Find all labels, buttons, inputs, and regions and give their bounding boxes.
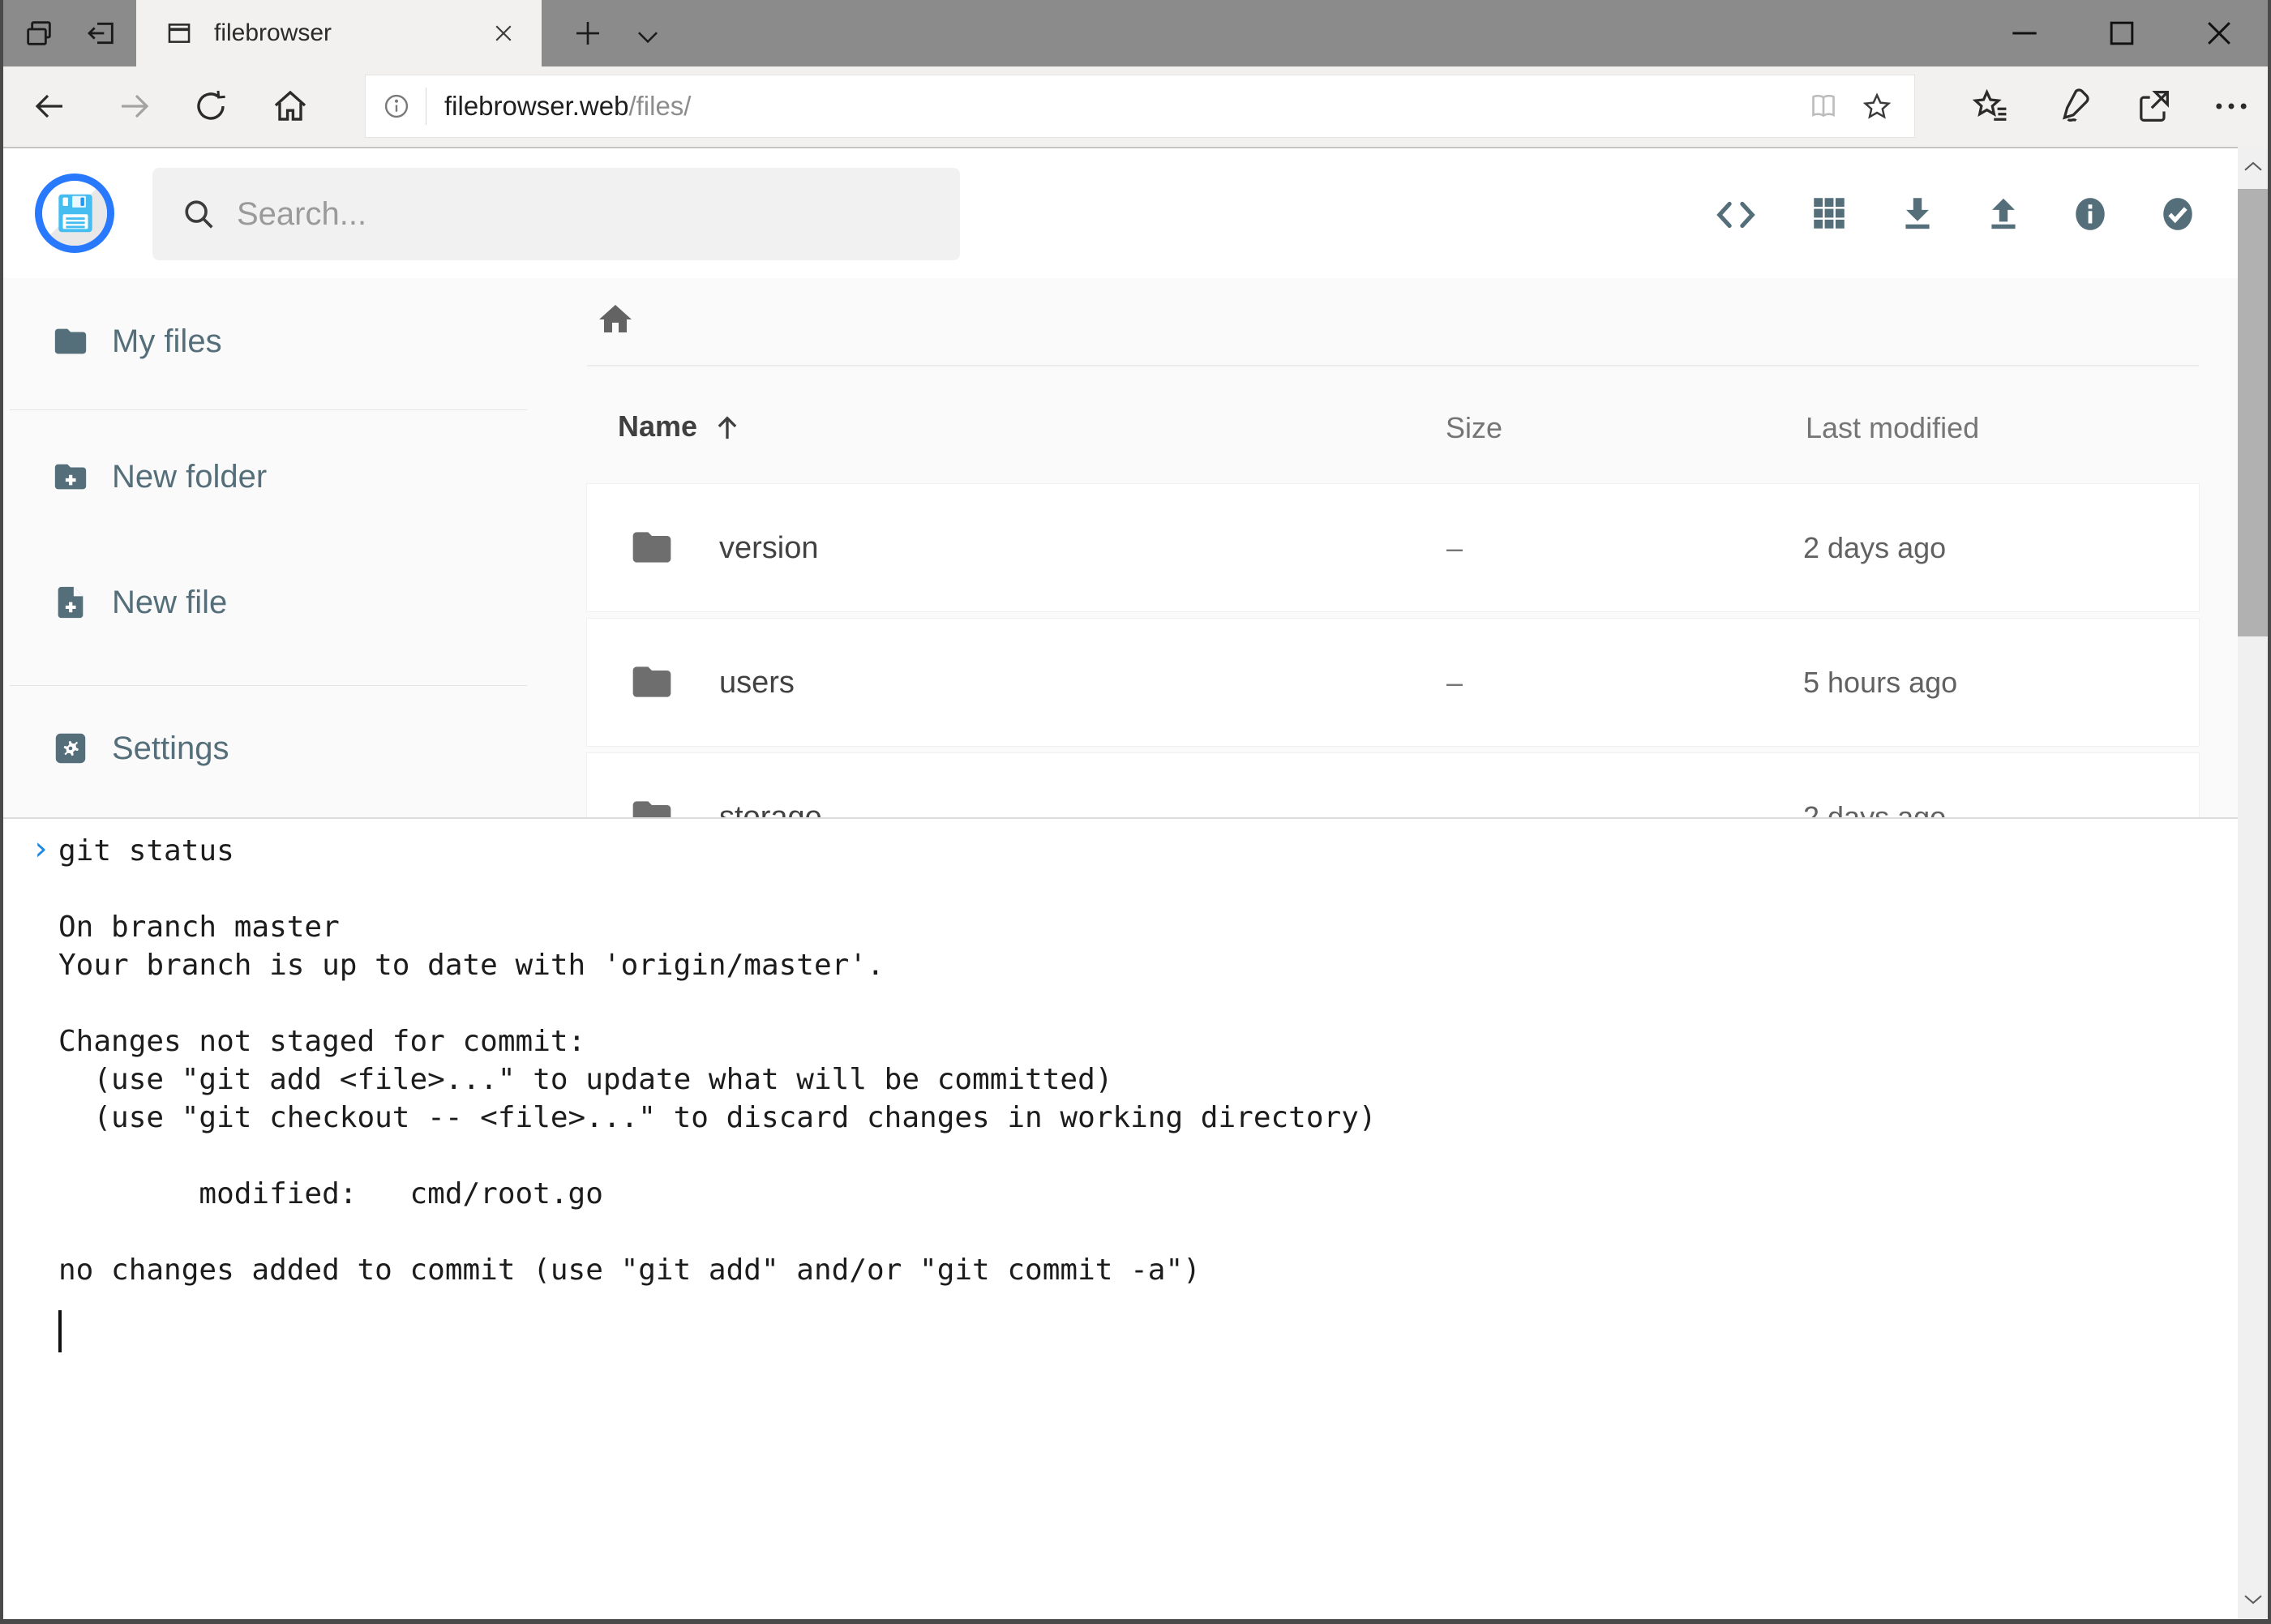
table-header: Name Size Last modified <box>587 409 2199 452</box>
folder-icon <box>52 323 89 360</box>
sidebar-item-new-file[interactable]: New file <box>3 569 538 636</box>
sidebar-item-my-files[interactable]: My files <box>3 308 538 375</box>
search-input[interactable] <box>235 195 900 234</box>
grid-view-icon[interactable] <box>1809 193 1853 237</box>
terminal-output-line: modified: cmd/root.go <box>58 1175 2238 1213</box>
file-name: users <box>719 666 795 701</box>
raw-editor-icon[interactable] <box>1714 193 1758 237</box>
table-row-version[interactable]: version – 2 days ago <box>587 484 2199 611</box>
terminal-cursor <box>58 1310 62 1352</box>
forward-icon[interactable] <box>115 87 154 126</box>
file-size: – <box>1446 531 1463 565</box>
search-icon <box>180 195 217 233</box>
terminal-command-line: ›git status <box>58 832 2238 870</box>
search-box[interactable] <box>152 168 960 260</box>
file-name: version <box>719 531 819 566</box>
file-modified: 2 days ago <box>1803 531 1946 565</box>
terminal-prompt-icon: › <box>31 830 50 868</box>
filebrowser-logo[interactable] <box>35 174 114 253</box>
file-modified: 5 hours ago <box>1803 666 1957 700</box>
terminal-output-line: (use "git add <file>..." to update what … <box>58 1061 2238 1099</box>
sidebar-item-label: My files <box>112 324 222 360</box>
set-tabs-aside-icon[interactable] <box>85 17 118 49</box>
folder-icon <box>629 525 675 570</box>
window-controls <box>1976 0 2268 66</box>
sidebar-item-label: Settings <box>112 731 229 767</box>
select-check-icon[interactable] <box>2157 193 2200 237</box>
new-folder-icon <box>52 458 89 495</box>
folder-icon <box>629 659 675 705</box>
more-actions-icon[interactable] <box>2210 85 2252 127</box>
url-domain: filebrowser.web <box>444 91 628 121</box>
terminal-output-line <box>58 870 2238 908</box>
terminal-output-line: (use "git checkout -- <file>..." to disc… <box>58 1099 2238 1137</box>
tab-title: filebrowser <box>214 19 491 47</box>
column-header-size[interactable]: Size <box>1446 411 1502 445</box>
sidebar-item-label: New folder <box>112 459 267 495</box>
tab-close-icon[interactable] <box>491 21 516 45</box>
info-icon[interactable] <box>2069 193 2113 237</box>
terminal-panel[interactable]: ›git status On branch master Your branch… <box>3 819 2238 1619</box>
close-button[interactable] <box>2170 0 2268 66</box>
add-favorite-star-icon[interactable] <box>1861 90 1893 122</box>
sidebar-divider <box>10 409 527 410</box>
browser-window: filebrowser <box>0 0 2271 1624</box>
terminal-output-line <box>58 1213 2238 1251</box>
terminal-command: git status <box>58 834 234 868</box>
sidebar-item-label: New file <box>112 585 227 621</box>
terminal-output-line: Changes not staged for commit: <box>58 1022 2238 1061</box>
site-info-icon[interactable] <box>382 92 411 121</box>
table-row-users[interactable]: users – 5 hours ago <box>587 619 2199 746</box>
scroll-up-icon[interactable] <box>2238 147 2268 187</box>
home-icon[interactable] <box>271 87 310 126</box>
url-path: /files/ <box>628 91 691 121</box>
download-icon[interactable] <box>1897 193 1941 237</box>
tab-favicon-icon <box>165 19 193 47</box>
terminal-output-line: no changes added to commit (use "git add… <box>58 1251 2238 1289</box>
maximize-button[interactable] <box>2073 0 2170 66</box>
reading-view-icon[interactable] <box>1807 90 1840 122</box>
sidebar-divider <box>10 685 527 686</box>
web-note-pen-icon[interactable] <box>2050 85 2093 127</box>
floppy-disk-icon <box>50 188 101 238</box>
address-bar[interactable]: filebrowser.web/files/ <box>365 75 1915 138</box>
sidebar-item-new-folder[interactable]: New folder <box>3 443 538 510</box>
terminal-output-line <box>58 984 2238 1022</box>
new-file-icon <box>52 584 89 621</box>
tab-preview-icon[interactable] <box>23 17 55 49</box>
favorites-hub-icon[interactable] <box>1970 85 2012 127</box>
sidebar-item-settings[interactable]: Settings <box>3 715 538 782</box>
scroll-down-icon[interactable] <box>2238 1579 2268 1619</box>
minimize-button[interactable] <box>1976 0 2073 66</box>
column-header-name[interactable]: Name <box>618 409 697 443</box>
url-text[interactable]: filebrowser.web/files/ <box>444 91 1807 122</box>
upload-icon[interactable] <box>1983 193 2027 237</box>
column-header-modified[interactable]: Last modified <box>1806 411 1979 445</box>
terminal-output-line: Your branch is up to date with 'origin/m… <box>58 946 2238 984</box>
browser-scrollbar[interactable] <box>2238 147 2268 1619</box>
new-tab-button[interactable] <box>571 16 605 50</box>
tab-list-dropdown-icon[interactable] <box>632 21 663 52</box>
titlebar: filebrowser <box>3 0 2268 66</box>
file-size: – <box>1446 666 1463 700</box>
breadcrumb-divider <box>587 365 2199 366</box>
terminal-output-line: On branch master <box>58 908 2238 946</box>
terminal-output-line <box>58 1137 2238 1175</box>
browser-tab[interactable]: filebrowser <box>136 0 542 66</box>
settings-gear-icon <box>52 730 89 767</box>
sort-ascending-icon[interactable] <box>710 411 744 445</box>
share-icon[interactable] <box>2132 85 2175 127</box>
back-icon[interactable] <box>30 87 69 126</box>
breadcrumb-home-icon[interactable] <box>596 300 635 339</box>
scrollbar-thumb[interactable] <box>2238 189 2268 636</box>
refresh-icon[interactable] <box>191 87 230 126</box>
